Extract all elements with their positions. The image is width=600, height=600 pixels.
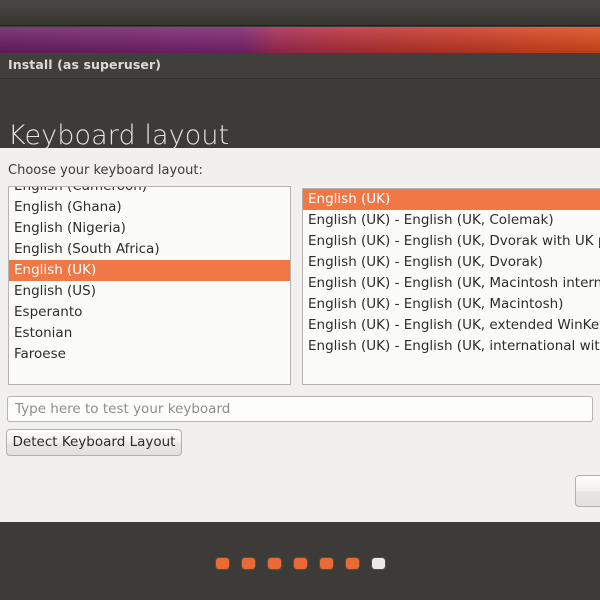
- page-title: Keyboard layout: [8, 122, 229, 149]
- list-item[interactable]: English (UK) - English (UK, internationa…: [303, 336, 600, 357]
- list-item[interactable]: English (US): [9, 281, 290, 302]
- detect-keyboard-layout-button[interactable]: Detect Keyboard Layout: [6, 429, 182, 456]
- main-content: Choose your keyboard layout: English (Ca…: [0, 148, 600, 522]
- desktop-top-panel: [0, 0, 600, 26]
- progress-dot: [346, 558, 359, 569]
- list-item[interactable]: English (UK): [303, 189, 600, 210]
- list-item[interactable]: Faroese: [9, 344, 290, 365]
- list-item[interactable]: English (UK) - English (UK, Macintosh in…: [303, 273, 600, 294]
- progress-dot: [294, 558, 307, 569]
- nav-button-clipped[interactable]: [575, 475, 600, 507]
- keyboard-variant-list[interactable]: English (UK)English (UK) - English (UK, …: [302, 188, 600, 385]
- installer-footer: [0, 522, 600, 600]
- list-item[interactable]: English (South Africa): [9, 239, 290, 260]
- keyboard-layout-list[interactable]: English (Cameroon)English (Ghana)English…: [8, 186, 291, 385]
- progress-dot: [216, 558, 229, 569]
- choose-layout-label: Choose your keyboard layout:: [8, 163, 203, 178]
- window-titlebar: Install (as superuser): [0, 53, 600, 79]
- progress-dots: [0, 553, 600, 573]
- screen: Install (as superuser) Keyboard layout C…: [0, 0, 600, 600]
- ubuntu-gradient-strip: [0, 27, 600, 53]
- list-item[interactable]: English (UK) - English (UK, Dvorak): [303, 252, 600, 273]
- list-item[interactable]: English (Cameroon): [9, 186, 290, 197]
- list-item[interactable]: English (UK) - English (UK, extended Win…: [303, 315, 600, 336]
- progress-dot: [268, 558, 281, 569]
- installer-window: Install (as superuser) Keyboard layout C…: [0, 27, 600, 600]
- progress-dot: [372, 558, 385, 569]
- list-item[interactable]: English (Nigeria): [9, 218, 290, 239]
- list-item[interactable]: English (UK) - English (UK, Colemak): [303, 210, 600, 231]
- list-item[interactable]: English (Ghana): [9, 197, 290, 218]
- keyboard-test-input[interactable]: [7, 396, 593, 422]
- list-item[interactable]: English (UK): [9, 260, 290, 281]
- window-title: Install (as superuser): [8, 57, 161, 72]
- progress-dot: [320, 558, 333, 569]
- list-item[interactable]: Esperanto: [9, 302, 290, 323]
- progress-dot: [242, 558, 255, 569]
- list-item[interactable]: Estonian: [9, 323, 290, 344]
- list-item[interactable]: English (UK) - English (UK, Macintosh): [303, 294, 600, 315]
- list-item[interactable]: English (UK) - English (UK, Dvorak with …: [303, 231, 600, 252]
